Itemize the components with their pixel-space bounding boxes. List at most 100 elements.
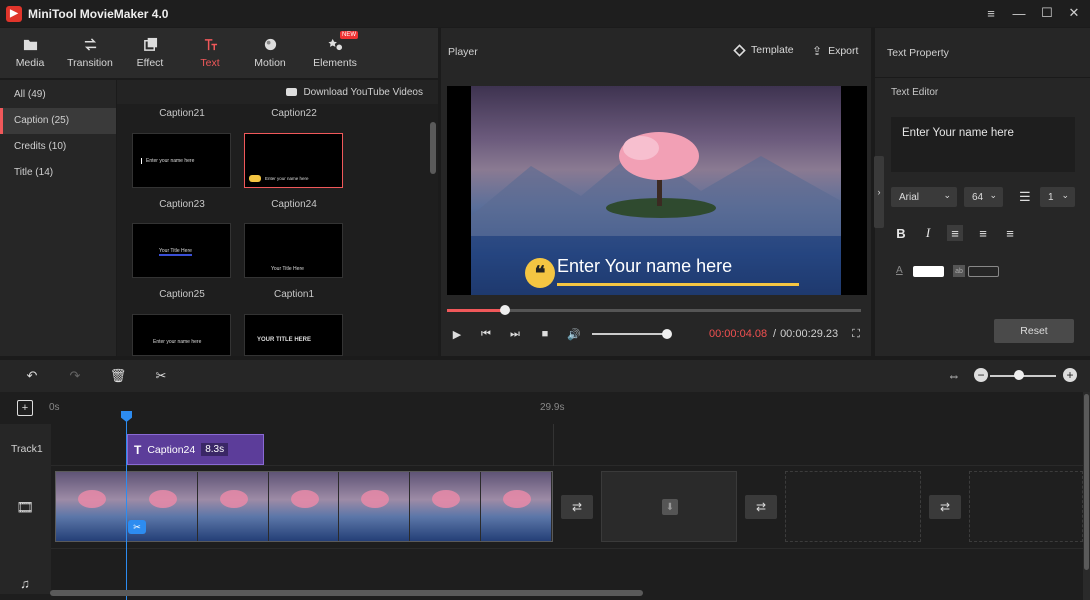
download-youtube-button[interactable]: Download YouTube Videos bbox=[117, 80, 438, 104]
export-button[interactable]: ⇪ Export bbox=[812, 44, 858, 58]
thumb-caption21[interactable]: Enter your name here bbox=[132, 133, 231, 188]
export-icon: ⇪ bbox=[812, 44, 822, 58]
align-left-icon[interactable]: ≡ bbox=[947, 225, 963, 241]
clip-duration: 8.3s bbox=[201, 443, 228, 456]
track1-label: Track1 bbox=[11, 443, 43, 455]
progress-handle[interactable] bbox=[500, 305, 510, 315]
timeline-horizontal-scroll-thumb[interactable] bbox=[50, 590, 643, 596]
tab-text[interactable]: Text bbox=[180, 28, 240, 78]
fit-timeline-icon[interactable]: ⇔ bbox=[946, 367, 962, 383]
expand-panel-icon[interactable]: › bbox=[874, 156, 884, 228]
font-family-value: Arial bbox=[899, 192, 919, 203]
close-button[interactable]: ✕ bbox=[1063, 4, 1085, 22]
background-color-swatch[interactable] bbox=[968, 266, 999, 277]
empty-media-slot[interactable] bbox=[969, 471, 1083, 542]
thumb-caption25[interactable]: Enter your name here bbox=[132, 314, 231, 356]
time-display: / 00:00:29.23 bbox=[773, 328, 838, 340]
tab-motion[interactable]: Motion bbox=[240, 28, 300, 78]
bold-icon[interactable]: B bbox=[893, 225, 909, 241]
align-right-icon[interactable]: ≡ bbox=[1002, 225, 1018, 241]
thumb-label-caption23: Caption23 bbox=[132, 199, 232, 210]
redo-icon[interactable]: ↷ bbox=[66, 367, 84, 385]
playhead[interactable] bbox=[126, 411, 127, 600]
italic-icon[interactable]: I bbox=[920, 225, 936, 241]
download-youtube-label: Download YouTube Videos bbox=[303, 87, 423, 98]
tab-effect[interactable]: Effect bbox=[120, 28, 180, 78]
transition-slot-icon[interactable]: ⇄ bbox=[561, 495, 593, 519]
text-color-icon: A bbox=[896, 265, 903, 276]
tab-media[interactable]: Media bbox=[0, 28, 60, 78]
split-icon[interactable]: ✂ bbox=[152, 367, 170, 385]
next-frame-icon[interactable]: ⏭ bbox=[508, 327, 522, 341]
volume-icon[interactable]: 🔊 bbox=[567, 327, 581, 341]
category-caption[interactable]: Caption (25) bbox=[0, 108, 116, 134]
thumb-caption24[interactable]: Your Title Here bbox=[244, 223, 343, 278]
thumb-label-caption25: Caption25 bbox=[132, 289, 232, 300]
maximize-button[interactable]: ☐ bbox=[1036, 4, 1058, 22]
text-editor-input[interactable]: Enter Your name here bbox=[891, 117, 1075, 172]
previous-frame-icon[interactable]: ⏮ bbox=[479, 327, 493, 341]
total-time: 00:00:29.23 bbox=[780, 328, 838, 340]
undo-icon[interactable]: ↶ bbox=[23, 367, 41, 385]
delete-icon[interactable]: 🗑 bbox=[109, 367, 127, 385]
text-icon bbox=[203, 37, 218, 52]
category-all[interactable]: All (49) bbox=[0, 82, 116, 108]
transition-slot-icon[interactable]: ⇄ bbox=[745, 495, 777, 519]
caption-selection-box[interactable] bbox=[553, 253, 763, 283]
volume-handle[interactable] bbox=[662, 329, 672, 339]
import-icon: ⬇ bbox=[662, 499, 678, 515]
reset-button[interactable]: Reset bbox=[994, 319, 1074, 343]
tab-text-label: Text bbox=[200, 57, 219, 69]
ruler-mark: 29.9s bbox=[540, 402, 564, 413]
zoom-handle[interactable] bbox=[1014, 370, 1024, 380]
category-credits[interactable]: Credits (10) bbox=[0, 134, 116, 160]
align-center-icon[interactable]: ≡ bbox=[975, 225, 991, 241]
thumb-caption22[interactable]: Enter your name here bbox=[244, 133, 343, 188]
volume-slider[interactable] bbox=[592, 333, 666, 335]
thumb-caption23[interactable]: Your Title Here bbox=[132, 223, 231, 278]
caption-clip[interactable]: T Caption24 8.3s bbox=[127, 434, 264, 465]
background-color-icon: ab bbox=[953, 265, 965, 277]
music-icon: ♫ bbox=[17, 575, 33, 591]
play-icon[interactable]: ▶ bbox=[450, 327, 464, 341]
new-badge: NEW bbox=[340, 31, 358, 39]
track-divider bbox=[51, 548, 1083, 549]
video-frame bbox=[198, 472, 269, 541]
video-frame bbox=[269, 472, 340, 541]
category-title[interactable]: Title (14) bbox=[0, 160, 116, 186]
effect-icon bbox=[143, 37, 158, 52]
library-scrollbar[interactable] bbox=[430, 122, 436, 174]
zoom-in-icon[interactable]: + bbox=[1063, 368, 1077, 382]
tab-elements[interactable]: Elements NEW bbox=[300, 28, 370, 78]
template-button[interactable]: Template bbox=[734, 44, 794, 56]
chevron-down-icon: ⌄ bbox=[943, 190, 951, 201]
font-size-select[interactable]: 64⌄ bbox=[964, 187, 1003, 207]
tab-elements-label: Elements bbox=[313, 57, 357, 69]
fullscreen-icon[interactable]: ⛶ bbox=[849, 327, 863, 341]
empty-media-slot[interactable]: ⬇ bbox=[601, 471, 737, 542]
font-family-select[interactable]: Arial ⌄ bbox=[891, 187, 957, 207]
video-frame bbox=[56, 472, 127, 541]
scissors-icon[interactable]: ✂ bbox=[128, 520, 146, 534]
stop-icon[interactable]: ■ bbox=[538, 327, 552, 341]
add-track-icon[interactable]: + bbox=[17, 400, 33, 416]
empty-media-slot[interactable] bbox=[785, 471, 921, 542]
menu-icon[interactable]: ≡ bbox=[980, 4, 1002, 22]
tab-effect-label: Effect bbox=[137, 57, 164, 69]
thumb-caption1[interactable]: YOUR TITLE HERE bbox=[244, 314, 343, 356]
title-bar: ▶ MiniTool MovieMaker 4.0 ≡ — ☐ ✕ bbox=[0, 0, 1090, 27]
line-spacing-icon: ☰ bbox=[1019, 189, 1031, 205]
line-spacing-select[interactable]: 1⌄ bbox=[1040, 187, 1075, 207]
thumb-text: Your Title Here bbox=[159, 248, 192, 256]
tab-transition[interactable]: Transition bbox=[60, 28, 120, 78]
tree-blossom-highlight bbox=[623, 136, 659, 160]
video-frame bbox=[410, 472, 481, 541]
motion-icon bbox=[263, 37, 278, 52]
zoom-out-icon[interactable]: − bbox=[974, 368, 988, 382]
clip-name: Caption24 bbox=[147, 444, 195, 456]
text-color-swatch[interactable] bbox=[913, 266, 944, 277]
minimize-button[interactable]: — bbox=[1008, 4, 1030, 22]
transition-slot-icon[interactable]: ⇄ bbox=[929, 495, 961, 519]
timeline-vertical-scroll-thumb[interactable] bbox=[1084, 394, 1089, 570]
thumb-label-caption24: Caption24 bbox=[244, 199, 344, 210]
